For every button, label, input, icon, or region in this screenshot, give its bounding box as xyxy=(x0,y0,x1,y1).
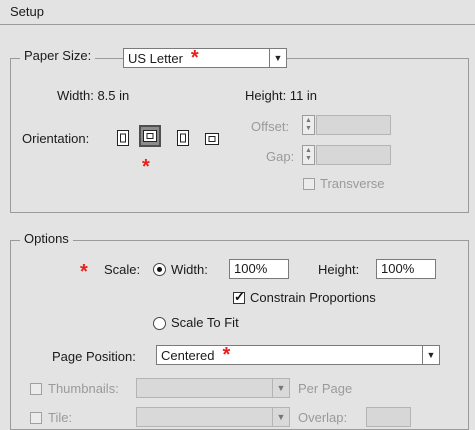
orientation-label: Orientation: xyxy=(22,131,90,146)
chevron-down-icon: ▼ xyxy=(269,49,286,67)
header-divider xyxy=(0,24,475,25)
tile-select: ▼ xyxy=(136,407,290,427)
per-page-label: Per Page xyxy=(298,381,353,396)
thumbnails-checkbox xyxy=(30,383,42,395)
constrain-proportions-label: Constrain Proportions xyxy=(250,290,376,305)
tile-checkbox xyxy=(30,412,42,424)
landscape-icon xyxy=(143,130,157,142)
chevron-down-icon: ▼ xyxy=(422,346,439,364)
gap-stepper: ▲ ▼ xyxy=(302,145,315,165)
annotation-star: * xyxy=(190,47,199,69)
portrait-icon xyxy=(117,130,129,146)
overlap-field xyxy=(366,407,411,427)
stepper-down-icon: ▼ xyxy=(305,125,312,132)
stepper-down-icon: ▼ xyxy=(305,155,312,162)
dialog-title: Setup xyxy=(10,4,44,19)
annotation-star: * xyxy=(222,344,231,366)
offset-stepper: ▲ ▼ xyxy=(302,115,315,135)
options-legend: Options xyxy=(20,231,73,246)
height-readout: Height: 11 in xyxy=(245,88,318,103)
paper-size-value: US Letter xyxy=(128,50,183,66)
stepper-up-icon: ▲ xyxy=(305,147,312,154)
scale-width-radio[interactable] xyxy=(153,263,166,276)
reverse-landscape-icon xyxy=(205,133,219,145)
reverse-portrait-icon xyxy=(177,130,189,146)
scale-width-input[interactable]: 100% xyxy=(229,259,289,279)
width-readout: Width: 8.5 in xyxy=(57,88,130,103)
thumbnails-select: ▼ xyxy=(136,378,290,398)
offset-label: Offset: xyxy=(251,119,290,134)
offset-field xyxy=(316,115,391,135)
annotation-star: * xyxy=(142,156,150,178)
orientation-portrait-button[interactable] xyxy=(112,127,134,149)
stepper-up-icon: ▲ xyxy=(305,117,312,124)
scale-to-fit-label: Scale To Fit xyxy=(171,315,239,330)
page-position-label: Page Position: xyxy=(52,349,136,364)
scale-height-input[interactable]: 100% xyxy=(376,259,436,279)
thumbnails-label: Thumbnails: xyxy=(48,381,119,396)
scale-height-label: Height: xyxy=(318,262,360,277)
page-position-value: Centered xyxy=(161,347,215,363)
tile-label: Tile: xyxy=(48,410,73,425)
scale-width-label: Width: xyxy=(171,262,208,277)
chevron-down-icon: ▼ xyxy=(272,408,289,426)
paper-size-legend: Paper Size: xyxy=(20,48,96,63)
paper-size-select[interactable]: US Letter * ▼ xyxy=(123,48,287,68)
annotation-star: * xyxy=(80,261,88,283)
orientation-reverse-portrait-button[interactable] xyxy=(172,127,194,149)
orientation-landscape-button[interactable] xyxy=(139,125,161,147)
overlap-label: Overlap: xyxy=(298,410,348,425)
paper-size-label: Paper Size: xyxy=(24,48,92,63)
scale-to-fit-radio[interactable] xyxy=(153,317,166,330)
transverse-label: Transverse xyxy=(320,176,385,191)
chevron-down-icon: ▼ xyxy=(272,379,289,397)
gap-label: Gap: xyxy=(266,149,295,164)
transverse-checkbox xyxy=(303,178,315,190)
gap-field xyxy=(316,145,391,165)
page-position-select[interactable]: Centered * ▼ xyxy=(156,345,440,365)
constrain-proportions-checkbox[interactable] xyxy=(233,289,245,305)
scale-label: Scale: xyxy=(104,262,141,277)
orientation-reverse-landscape-button[interactable] xyxy=(201,128,223,150)
